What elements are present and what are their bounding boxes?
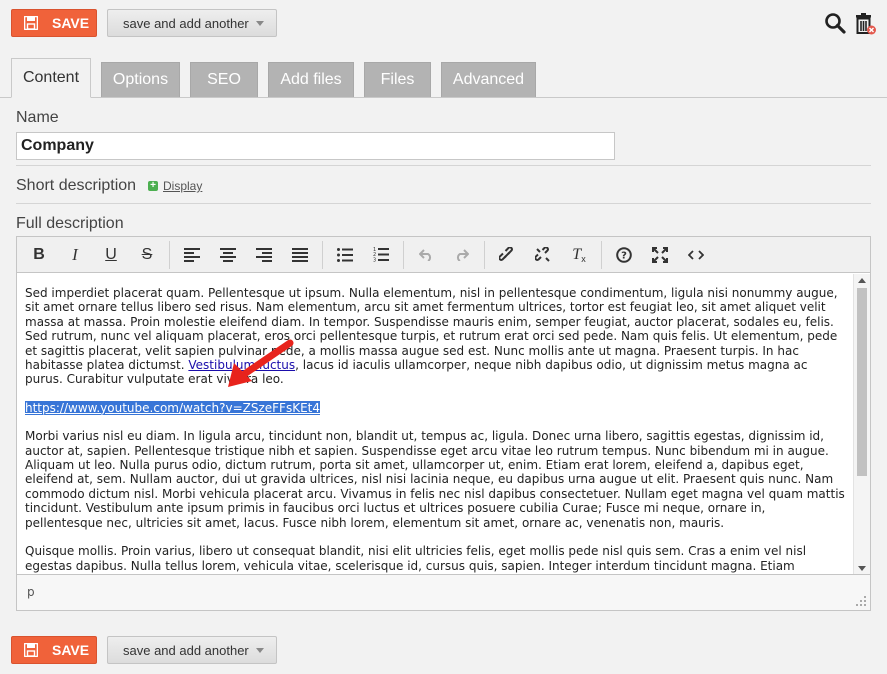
- resize-grip-icon[interactable]: [856, 596, 866, 606]
- align-justify-icon[interactable]: [282, 241, 318, 269]
- tab-content-label: Content: [22, 69, 80, 86]
- strikethrough-icon[interactable]: S: [129, 241, 165, 269]
- display-link-label: Display: [163, 179, 203, 193]
- editor-toolbar: B I U S 123 Tx ?: [17, 237, 870, 273]
- save-button-top[interactable]: SAVE: [11, 9, 97, 37]
- tab-files[interactable]: Files: [364, 62, 431, 97]
- svg-text:3: 3: [373, 258, 376, 263]
- tab-add-files-label: Add files: [280, 71, 342, 88]
- editor-content-area[interactable]: Sed imperdiet placerat quam. Pellentesqu…: [17, 274, 854, 574]
- save-and-add-another-button-bottom[interactable]: save and add another: [107, 636, 277, 664]
- help-icon[interactable]: ?: [606, 241, 642, 269]
- align-left-icon[interactable]: [174, 241, 210, 269]
- paragraph-text: Quisque mollis. Proin varius, libero ut …: [25, 544, 809, 574]
- name-input[interactable]: Company: [16, 132, 615, 160]
- link-icon[interactable]: [489, 241, 525, 269]
- redo-icon[interactable]: [444, 241, 480, 269]
- bold-icon[interactable]: B: [21, 241, 57, 269]
- name-value: Company: [21, 137, 94, 154]
- underline-icon[interactable]: U: [93, 241, 129, 269]
- tab-seo-label: SEO: [207, 71, 241, 88]
- paragraph: https://www.youtube.com/watch?v=ZSzeFFsK…: [25, 400, 846, 415]
- trash-icon[interactable]: [853, 12, 877, 40]
- align-right-icon[interactable]: [246, 241, 282, 269]
- save-label: SAVE: [52, 642, 90, 658]
- tab-options-label: Options: [112, 71, 169, 88]
- save-and-add-another-label: save and add another: [123, 642, 249, 658]
- rich-text-editor: B I U S 123 Tx ? Sed imperdiet placerat …: [16, 236, 871, 611]
- chevron-down-icon: [256, 21, 264, 26]
- tab-bar: Content Options SEO Add files Files Adva…: [11, 58, 546, 98]
- plus-icon: +: [148, 181, 158, 191]
- undo-icon[interactable]: [408, 241, 444, 269]
- full-description-label: Full description: [16, 215, 124, 232]
- align-center-icon[interactable]: [210, 241, 246, 269]
- divider: [16, 165, 871, 166]
- save-button-bottom[interactable]: SAVE: [11, 636, 97, 664]
- selected-youtube-url[interactable]: https://www.youtube.com/watch?v=ZSzeFFsK…: [25, 400, 320, 415]
- tab-files-label: Files: [380, 71, 415, 88]
- scroll-down-icon[interactable]: [858, 566, 866, 571]
- paragraph-text: Morbi varius nisl eu diam. In ligula arc…: [25, 429, 845, 530]
- floppy-disk-icon: [24, 643, 38, 657]
- chevron-down-icon: [256, 648, 264, 653]
- numbered-list-icon[interactable]: 123: [363, 241, 399, 269]
- scrollbar-thumb[interactable]: [857, 288, 867, 476]
- editor-scrollbar[interactable]: [853, 274, 870, 575]
- scroll-up-icon[interactable]: [858, 278, 866, 283]
- tab-advanced[interactable]: Advanced: [441, 62, 536, 97]
- tab-options[interactable]: Options: [101, 62, 180, 97]
- italic-icon[interactable]: I: [57, 241, 93, 269]
- paragraph: Sed imperdiet placerat quam. Pellentesqu…: [25, 286, 846, 387]
- bullet-list-icon[interactable]: [327, 241, 363, 269]
- fullscreen-icon[interactable]: [642, 241, 678, 269]
- tab-seo[interactable]: SEO: [190, 62, 258, 97]
- floppy-disk-icon: [24, 16, 38, 30]
- source-code-icon[interactable]: [678, 241, 714, 269]
- display-short-description-link[interactable]: + Display: [148, 179, 202, 193]
- editor-statusbar: p: [17, 574, 870, 610]
- svg-text:?: ?: [621, 250, 627, 261]
- element-path[interactable]: p: [27, 585, 35, 599]
- save-and-add-another-button-top[interactable]: save and add another: [107, 9, 277, 37]
- name-label: Name: [16, 109, 59, 126]
- clear-format-icon[interactable]: Tx: [561, 241, 597, 269]
- tab-add-files[interactable]: Add files: [268, 62, 354, 97]
- paragraph: Quisque mollis. Proin varius, libero ut …: [25, 544, 846, 574]
- vestibulum-luctus-link[interactable]: Vestibulum luctus: [188, 358, 295, 372]
- paragraph: Morbi varius nisl eu diam. In ligula arc…: [25, 429, 846, 530]
- short-description-label: Short description: [16, 177, 137, 194]
- save-label: SAVE: [52, 15, 90, 31]
- search-icon[interactable]: [824, 12, 846, 38]
- divider: [16, 203, 871, 204]
- unlink-icon[interactable]: [525, 241, 561, 269]
- tab-content[interactable]: Content: [11, 58, 91, 98]
- tab-advanced-label: Advanced: [452, 71, 525, 88]
- save-and-add-another-label: save and add another: [123, 15, 249, 31]
